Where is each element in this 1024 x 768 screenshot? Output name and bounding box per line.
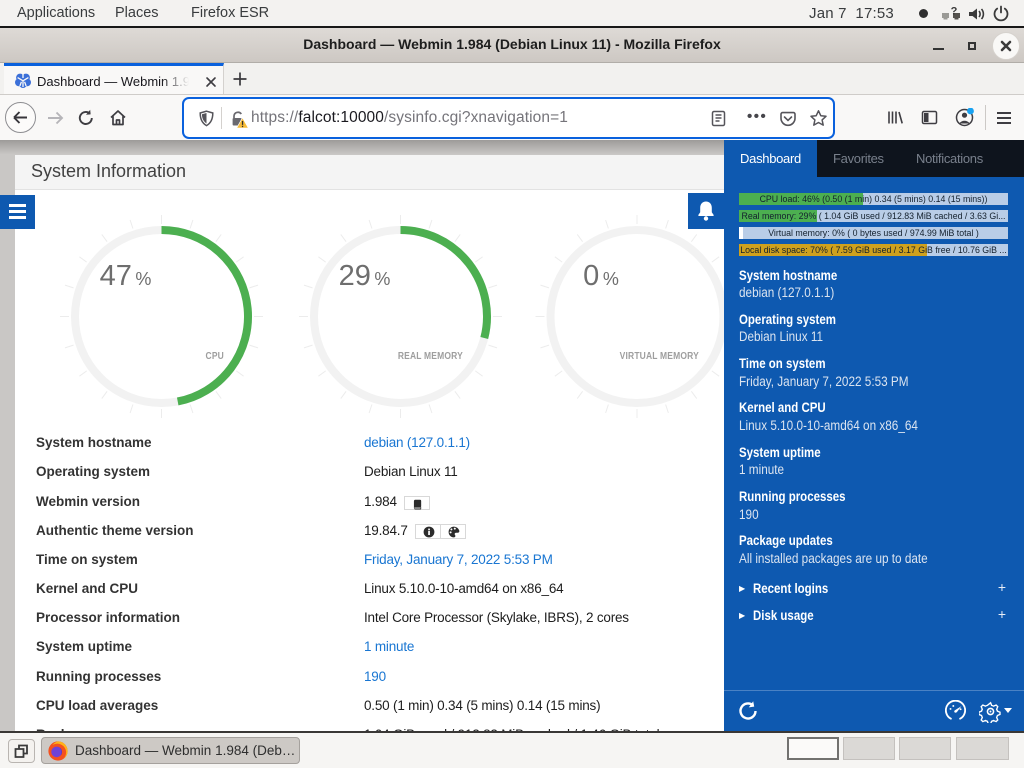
svg-text:?: ? (951, 6, 958, 18)
